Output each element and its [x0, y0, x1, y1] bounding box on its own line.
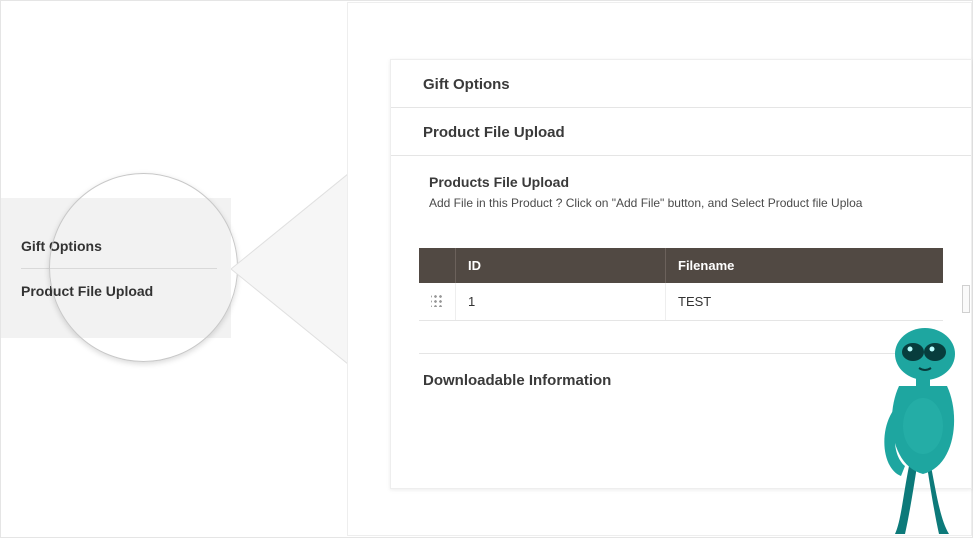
- files-table-wrap: ID Filename 1 TEST: [391, 248, 971, 321]
- files-table: ID Filename 1 TEST: [419, 248, 943, 321]
- add-file-button[interactable]: [962, 285, 970, 313]
- stage: Gift Options Product File Upload Gift Op…: [0, 0, 973, 538]
- callout-item-product-file-upload: Product File Upload: [21, 269, 217, 313]
- cell-id: 1: [456, 283, 666, 321]
- section-product-file-upload[interactable]: Product File Upload: [391, 108, 971, 156]
- alien-mascot: [875, 316, 971, 538]
- drag-handle[interactable]: [419, 283, 456, 321]
- upload-block: Products File Upload Add File in this Pr…: [391, 156, 971, 220]
- cell-filename: TEST: [666, 283, 944, 321]
- callout-item-gift-options: Gift Options: [21, 224, 217, 268]
- section-gift-options[interactable]: Gift Options: [391, 60, 971, 108]
- col-header-filename[interactable]: Filename: [666, 248, 944, 283]
- table-header-row: ID Filename: [419, 248, 943, 283]
- callout-strip: Gift Options Product File Upload: [1, 198, 231, 338]
- drag-dots-icon: [431, 293, 443, 307]
- col-header-id[interactable]: ID: [456, 248, 666, 283]
- upload-block-hint: Add File in this Product ? Click on "Add…: [429, 196, 943, 210]
- table-row[interactable]: 1 TEST: [419, 283, 943, 321]
- col-header-drag: [419, 248, 456, 283]
- upload-block-title: Products File Upload: [429, 174, 943, 190]
